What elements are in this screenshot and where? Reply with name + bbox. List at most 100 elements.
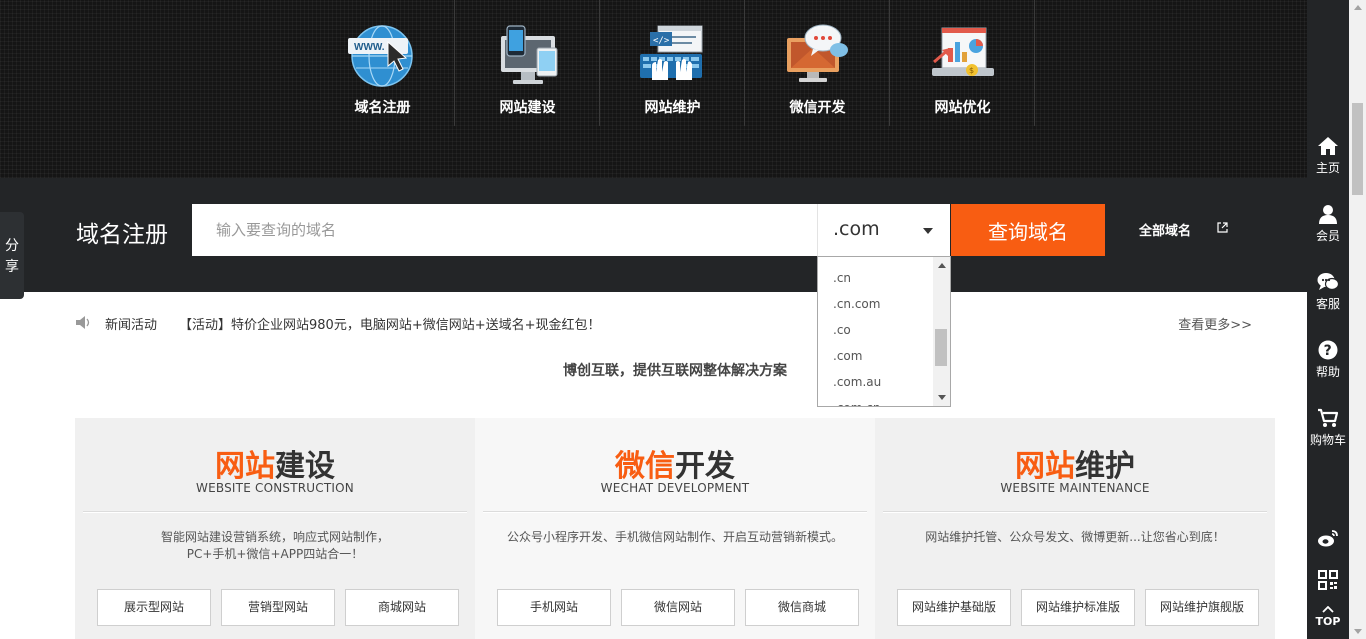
card-description-line: 公众号小程序开发、手机微信网站制作、开启互动营销新模式。 bbox=[506, 530, 843, 544]
tagline: 博创互联，提供互联网整体解决方案 bbox=[563, 363, 787, 379]
chat-bubbles-icon bbox=[1317, 273, 1339, 291]
card-subtitle: WECHAT DEVELOPMENT bbox=[600, 481, 750, 495]
scroll-up-arrow-icon[interactable] bbox=[938, 263, 946, 268]
home-icon bbox=[1318, 137, 1338, 155]
card-subtitle: WEBSITE CONSTRUCTION bbox=[196, 481, 354, 495]
sidebar-label: 购物车 bbox=[1309, 433, 1346, 447]
page-scroll-thumb[interactable] bbox=[1352, 103, 1363, 195]
card-divider bbox=[83, 511, 467, 513]
tld-option[interactable]: .cn bbox=[818, 265, 934, 291]
sidebar-qrcode[interactable] bbox=[1307, 570, 1349, 593]
sidebar-label: TOP bbox=[1315, 615, 1341, 628]
sidebar-weibo[interactable] bbox=[1307, 528, 1349, 551]
showcase-website-button[interactable]: 展示型网站 bbox=[97, 589, 211, 626]
search-domain-button[interactable]: 查询域名 bbox=[951, 204, 1105, 256]
marketing-website-button[interactable]: 营销型网站 bbox=[221, 589, 335, 626]
sidebar-home[interactable]: 主页 bbox=[1307, 136, 1349, 176]
card-description: 网站维护托管、公众号发文、微博更新...让您省心到底！ bbox=[895, 529, 1255, 546]
card-divider bbox=[883, 511, 1267, 513]
card-website-construction: 网站建设 WEBSITE CONSTRUCTION 智能网站建设营销系统，响应式… bbox=[75, 418, 475, 639]
card-description-line: PC+手机+微信+APP四站合一！ bbox=[186, 547, 364, 561]
devices-icon bbox=[501, 25, 558, 84]
scroll-down-arrow-icon[interactable] bbox=[1354, 629, 1362, 634]
service-website-maintenance[interactable]: </> 网站维护 bbox=[600, 0, 745, 126]
maintenance-standard-button[interactable]: 网站维护标准版 bbox=[1021, 589, 1135, 626]
chevron-up-icon bbox=[1322, 606, 1334, 613]
news-headline-link[interactable]: 【活动】特价企业网站980元，电脑网站+微信网站+送域名+现金红包！ bbox=[179, 314, 601, 333]
service-label: 网站维护 bbox=[644, 100, 701, 116]
weibo-icon bbox=[1318, 530, 1338, 547]
sidebar-help[interactable]: ? 帮助 bbox=[1307, 340, 1349, 380]
keyboard-code-icon: </> bbox=[640, 25, 703, 80]
tld-option[interactable]: .cn.com bbox=[818, 291, 934, 317]
svg-text:$: $ bbox=[969, 66, 974, 75]
card-title-rest: 开发 bbox=[675, 449, 735, 484]
ecommerce-website-button[interactable]: 商城网站 bbox=[345, 589, 459, 626]
card-title-highlight: 网站 bbox=[215, 449, 275, 484]
svg-text:</>: </> bbox=[653, 36, 670, 46]
tld-option[interactable]: .co bbox=[818, 317, 934, 343]
mobile-website-button[interactable]: 手机网站 bbox=[497, 589, 611, 626]
card-title-rest: 维护 bbox=[1075, 449, 1135, 484]
sidebar-label: 会员 bbox=[1315, 229, 1340, 243]
sidebar-back-to-top[interactable]: TOP bbox=[1307, 606, 1349, 628]
help-icon: ? bbox=[1318, 340, 1338, 360]
tld-option[interactable]: .com bbox=[818, 343, 934, 369]
hero-banner: WWW. 域名注册 网站建设 </> 网站维护 微信开发 $ 网站优化 bbox=[0, 0, 1307, 178]
tld-dropdown-list: .cn .cn.com .co .com .com.au .com.cn bbox=[817, 256, 951, 407]
scroll-down-arrow-icon[interactable] bbox=[938, 395, 946, 400]
view-more-link[interactable]: 查看更多>> bbox=[1178, 314, 1252, 333]
svg-text:?: ? bbox=[1324, 343, 1332, 359]
card-title-highlight: 网站 bbox=[1015, 449, 1075, 484]
chat-monitor-icon bbox=[787, 24, 848, 82]
tld-option[interactable]: .com.au bbox=[818, 369, 934, 395]
card-description-line: 网站维护托管、公众号发文、微博更新...让您省心到底！ bbox=[925, 530, 1225, 544]
dropdown-scroll-thumb[interactable] bbox=[935, 329, 947, 366]
cart-icon bbox=[1318, 408, 1339, 427]
scroll-up-arrow-icon[interactable] bbox=[1354, 5, 1362, 10]
user-icon bbox=[1319, 205, 1337, 224]
dropdown-scrollbar[interactable] bbox=[933, 257, 950, 406]
sidebar-label: 主页 bbox=[1315, 161, 1340, 175]
wechat-mall-button[interactable]: 微信商城 bbox=[745, 589, 859, 626]
wechat-website-button[interactable]: 微信网站 bbox=[621, 589, 735, 626]
sidebar-member[interactable]: 会员 bbox=[1307, 204, 1349, 244]
service-wechat-development[interactable]: 微信开发 bbox=[745, 0, 890, 126]
card-description: 公众号小程序开发、手机微信网站制作、开启互动营销新模式。 bbox=[495, 529, 855, 546]
card-title-highlight: 微信 bbox=[615, 449, 675, 484]
card-description-line: 智能网站建设营销系统，响应式网站制作， bbox=[160, 530, 389, 544]
card-buttons: 手机网站 微信网站 微信商城 bbox=[497, 589, 859, 626]
share-tab[interactable]: 分 享 bbox=[0, 212, 24, 299]
share-label: 享 bbox=[5, 259, 19, 275]
page-scrollbar[interactable] bbox=[1349, 0, 1366, 639]
tld-option[interactable]: .com.cn bbox=[818, 395, 934, 406]
globe-www-icon: WWW. bbox=[348, 25, 413, 87]
service-nav: WWW. 域名注册 网站建设 </> 网站维护 微信开发 $ 网站优化 bbox=[310, 0, 1035, 126]
card-title-rest: 建设 bbox=[275, 449, 335, 484]
card-website-maintenance: 网站维护 WEBSITE MAINTENANCE 网站维护托管、公众号发文、微博… bbox=[875, 418, 1275, 639]
external-link-icon[interactable] bbox=[1217, 222, 1228, 233]
card-title: 网站维护 bbox=[875, 441, 1275, 485]
service-website-optimization[interactable]: $ 网站优化 bbox=[890, 0, 1035, 126]
card-title: 微信开发 bbox=[475, 441, 875, 485]
card-subtitle: WEBSITE MAINTENANCE bbox=[1000, 481, 1150, 495]
sidebar-customer-service[interactable]: 客服 bbox=[1307, 272, 1349, 312]
sidebar-cart[interactable]: 购物车 bbox=[1307, 408, 1349, 448]
maintenance-flagship-button[interactable]: 网站维护旗舰版 bbox=[1145, 589, 1259, 626]
maintenance-basic-button[interactable]: 网站维护基础版 bbox=[897, 589, 1011, 626]
card-title: 网站建设 bbox=[75, 441, 475, 485]
card-wechat-development: 微信开发 WECHAT DEVELOPMENT 公众号小程序开发、手机微信网站制… bbox=[475, 418, 875, 639]
svg-text:WWW.: WWW. bbox=[354, 42, 385, 53]
tld-select-value: .com bbox=[833, 218, 880, 240]
domain-search-input[interactable] bbox=[192, 204, 817, 256]
sidebar-label: 客服 bbox=[1315, 297, 1340, 311]
tld-select[interactable]: .com bbox=[817, 204, 950, 256]
service-label: 域名注册 bbox=[354, 100, 411, 116]
caret-down-icon bbox=[923, 228, 933, 234]
service-label: 网站建设 bbox=[499, 100, 556, 116]
service-domain-registration[interactable]: WWW. 域名注册 bbox=[310, 0, 455, 126]
all-domains-link[interactable]: 全部域名 bbox=[1139, 220, 1191, 239]
service-label: 微信开发 bbox=[789, 100, 846, 116]
service-website-building[interactable]: 网站建设 bbox=[455, 0, 600, 126]
service-label: 网站优化 bbox=[934, 100, 991, 116]
